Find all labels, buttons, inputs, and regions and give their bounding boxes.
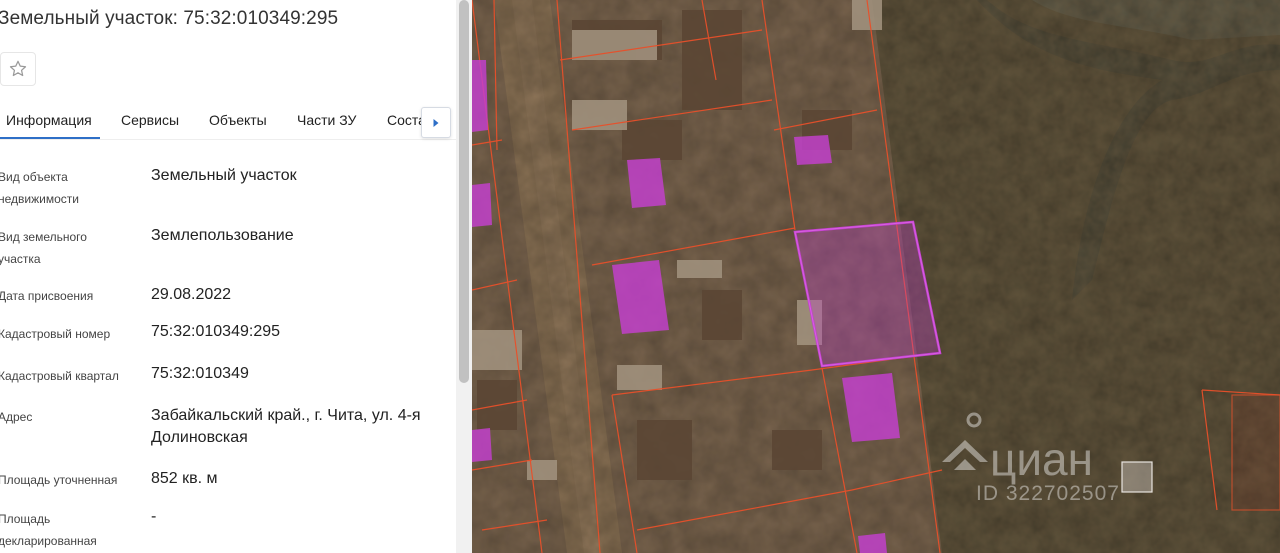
tab-objects[interactable]: Объекты <box>209 112 267 128</box>
info-label: Вид объекта недвижимости <box>0 170 79 206</box>
info-label: Вид земельного участка <box>0 230 87 266</box>
info-value: Землепользование <box>151 227 294 244</box>
info-label: Площадь уточненная <box>0 473 118 487</box>
panel-scrollbar[interactable] <box>456 0 472 553</box>
watermark-id: ID 322702507 <box>976 482 1120 505</box>
favorite-button[interactable] <box>0 52 36 86</box>
info-value: 852 кв. м <box>151 470 218 487</box>
info-label: Кадастровый квартал <box>0 369 119 383</box>
info-value: 75:32:010349:295 <box>151 323 281 340</box>
satellite-map[interactable]: циан ID 322702507 <box>472 0 1280 553</box>
info-value: Земельный участок <box>151 167 297 184</box>
star-outline-icon <box>9 60 27 77</box>
tab-services[interactable]: Сервисы <box>121 112 179 128</box>
info-label: Кадастровый номер <box>0 327 111 341</box>
info-value: 75:32:010349 <box>151 365 249 382</box>
info-value: 29.08.2022 <box>151 286 232 303</box>
tab-parts[interactable]: Части ЗУ <box>297 112 356 128</box>
tabs-next-button[interactable] <box>421 107 451 138</box>
info-value: - <box>151 508 157 525</box>
info-label: Адрес <box>0 410 33 424</box>
info-label: Дата присвоения <box>0 289 94 303</box>
info-panel: Земельный участок: 75:32:010349:295 Инфо… <box>0 0 472 553</box>
map-canvas[interactable]: циан ID 322702507 <box>472 0 1280 553</box>
tab-info[interactable]: Информация <box>0 112 100 139</box>
scrollbar-thumb[interactable] <box>459 0 469 383</box>
watermark-brand: циан <box>990 433 1093 485</box>
chevron-right-icon <box>433 118 439 127</box>
tab-bar: Информация Сервисы Объекты Части ЗУ Сост… <box>0 100 456 140</box>
page-title: Земельный участок: 75:32:010349:295 <box>0 8 339 29</box>
info-value: Забайкальский край., г. Чита, ул. 4-я До… <box>151 407 421 446</box>
info-label: Площадь декларированная <box>0 512 97 548</box>
